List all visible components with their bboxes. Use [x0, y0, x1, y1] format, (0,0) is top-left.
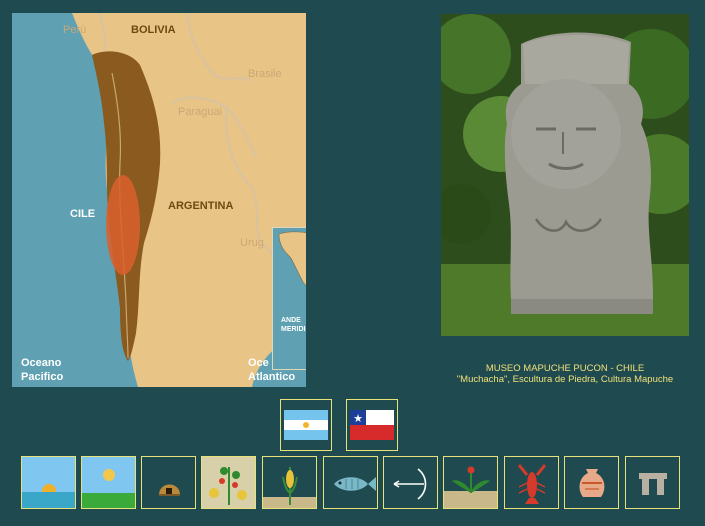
dolmen-button[interactable]	[625, 456, 680, 509]
label-oceano-pacifico: Oceano Pacifico	[21, 357, 64, 383]
flowering-plant-button[interactable]	[443, 456, 498, 509]
sunset-sea-button[interactable]	[21, 456, 76, 509]
label-urug: Urug	[240, 237, 264, 249]
fruit-plant-icon	[202, 457, 255, 508]
chile-flag-button[interactable]: ★	[346, 399, 398, 451]
svg-text:★: ★	[353, 412, 363, 425]
inset-label: ANDE MERIDIONALI	[281, 317, 306, 333]
flowering-plant-icon	[444, 466, 497, 508]
label-bolivia: BOLIVIA	[131, 24, 176, 36]
label-argentina: ARGENTINA	[168, 200, 234, 212]
bow-arrow-icon	[393, 468, 427, 500]
lobster-button[interactable]	[504, 456, 559, 509]
label-peru: Perù	[63, 24, 87, 36]
sun-field-icon	[82, 457, 135, 508]
map-south-america: Perù BOLIVIA Brasile Paraguai ARGENTINA …	[12, 13, 306, 387]
argentina-flag-button[interactable]	[280, 399, 332, 451]
inset-americas-map: ANDE MERIDIONALI	[272, 227, 306, 370]
vase-icon	[579, 469, 605, 497]
dolmen-icon	[639, 473, 667, 495]
fruit-plant-button[interactable]	[201, 456, 256, 509]
caption-line-1: MUSEO MAPUCHE PUCON - CHILE	[485, 363, 645, 374]
vase-button[interactable]	[564, 456, 619, 509]
fish-icon	[334, 477, 376, 491]
caption-line-2: "Muchacha", Escultura de Piedra, Cultura…	[456, 374, 674, 385]
label-paraguai: Paraguai	[178, 106, 223, 118]
hut-button[interactable]	[141, 456, 196, 509]
statue-photo	[441, 14, 689, 336]
americas-shape	[278, 231, 306, 287]
bow-arrow-button[interactable]	[383, 456, 438, 509]
flag-chile-icon: ★	[350, 410, 394, 440]
sun-field-button[interactable]	[81, 456, 136, 509]
lobster-icon	[517, 464, 547, 504]
label-brasile: Brasile	[248, 68, 282, 80]
photo-caption: MUSEO MAPUCHE PUCON - CHILE "Muchacha", …	[441, 363, 689, 385]
flag-argentina-icon	[284, 410, 328, 440]
corn-button[interactable]	[262, 456, 317, 509]
hut-icon	[159, 484, 180, 496]
fish-button[interactable]	[323, 456, 378, 509]
label-cile: CILE	[70, 208, 96, 220]
corn-icon	[263, 467, 316, 508]
sunset-sea-icon	[22, 457, 75, 508]
